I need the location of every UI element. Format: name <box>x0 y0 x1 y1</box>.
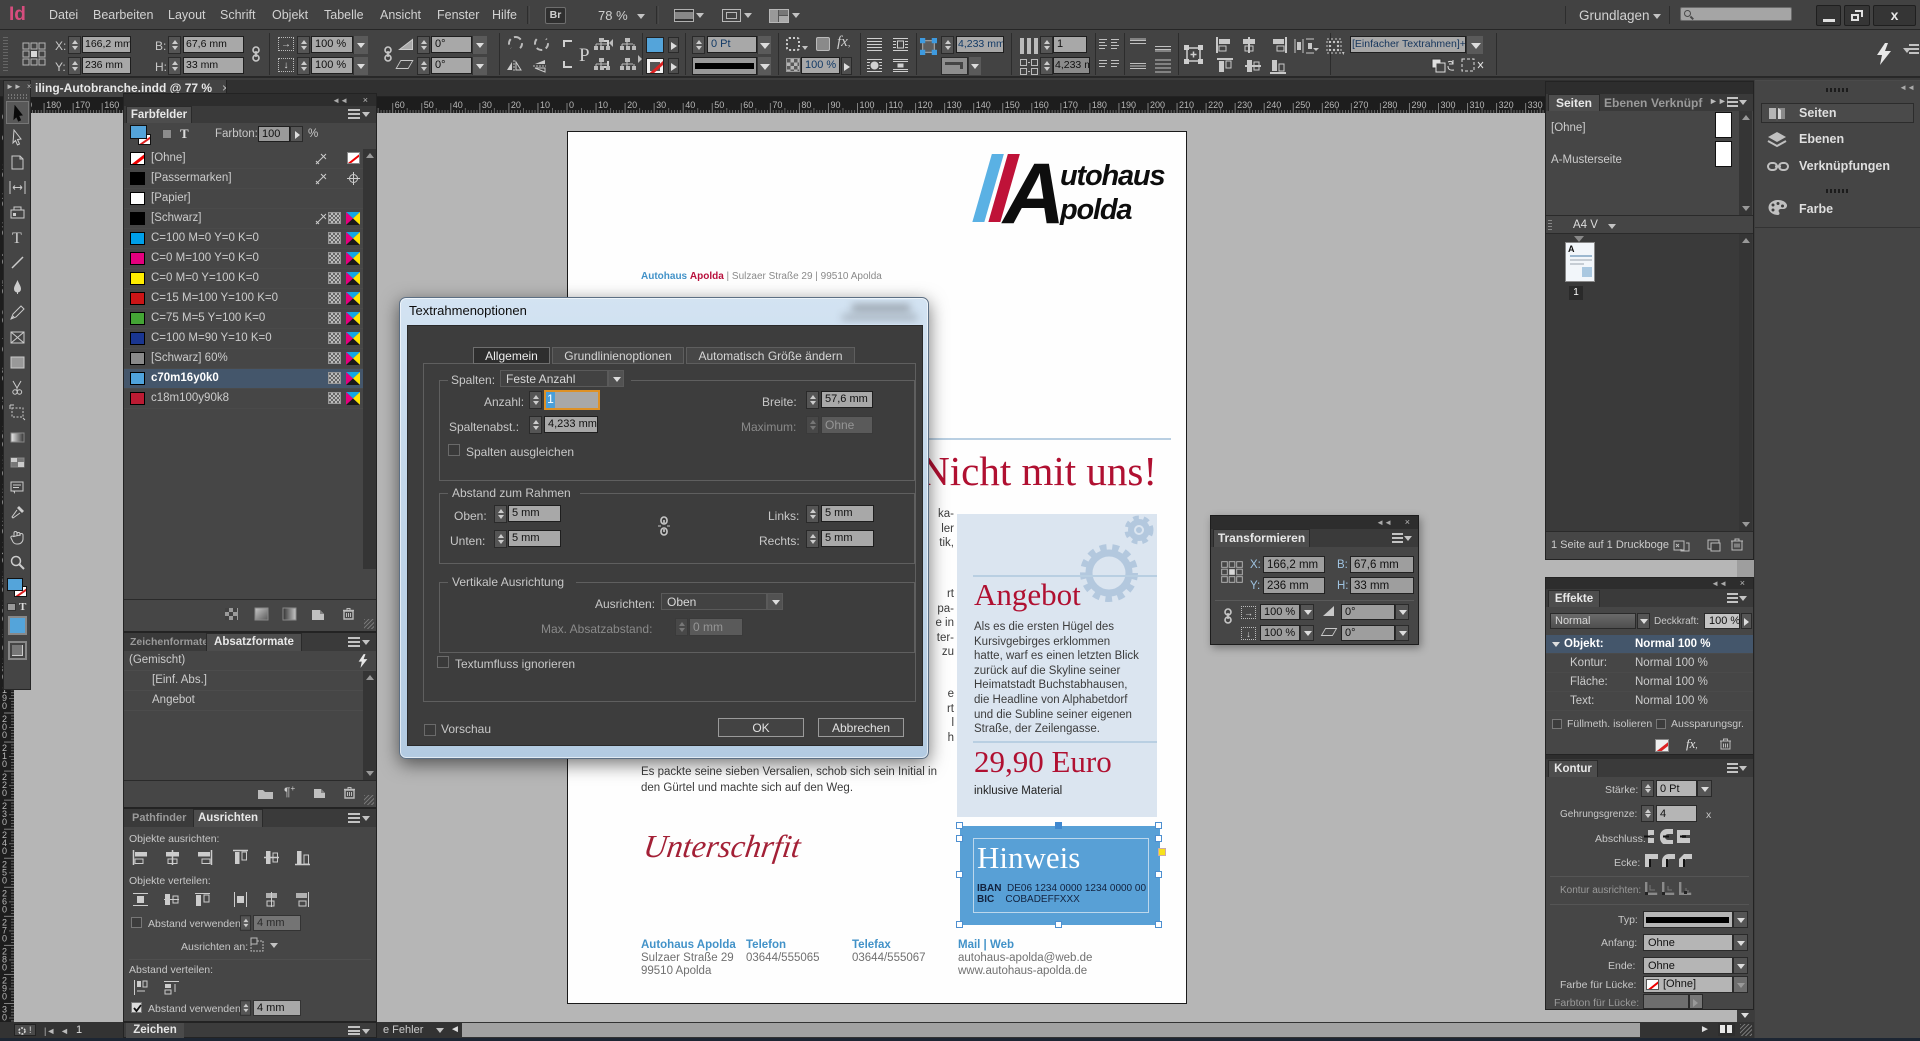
svg-text:20: 20 <box>627 100 637 110</box>
svg-text:0: 0 <box>569 100 574 110</box>
svg-text:0: 0 <box>2 817 7 827</box>
svg-text:0: 0 <box>2 962 7 972</box>
svg-text:polda: polda <box>1059 194 1132 226</box>
svg-text:0: 0 <box>2 701 7 711</box>
svg-text:50: 50 <box>424 100 434 110</box>
svg-text:80: 80 <box>801 100 811 110</box>
svg-text:60: 60 <box>743 100 753 110</box>
svg-text:T: T <box>12 230 22 246</box>
svg-text:0: 0 <box>2 846 7 856</box>
svg-text:50: 50 <box>714 100 724 110</box>
svg-text:0: 0 <box>2 788 7 798</box>
svg-text:0: 0 <box>2 730 7 740</box>
svg-text:0: 0 <box>2 933 7 943</box>
svg-text:10: 10 <box>598 100 608 110</box>
svg-text:0: 0 <box>2 904 7 914</box>
svg-text:0: 0 <box>2 991 7 1001</box>
svg-text:90: 90 <box>830 100 840 110</box>
svg-text:60: 60 <box>395 100 405 110</box>
svg-text:10: 10 <box>540 100 550 110</box>
svg-text:40: 40 <box>685 100 695 110</box>
svg-text:utohaus: utohaus <box>1060 160 1165 192</box>
svg-text:A: A <box>1001 150 1065 240</box>
svg-text:30: 30 <box>482 100 492 110</box>
svg-text:40: 40 <box>453 100 463 110</box>
svg-text:P: P <box>579 45 590 66</box>
svg-text:70: 70 <box>772 100 782 110</box>
svg-text:30: 30 <box>656 100 666 110</box>
svg-text:0: 0 <box>2 759 7 769</box>
svg-text:20: 20 <box>511 100 521 110</box>
svg-text:0: 0 <box>2 875 7 885</box>
